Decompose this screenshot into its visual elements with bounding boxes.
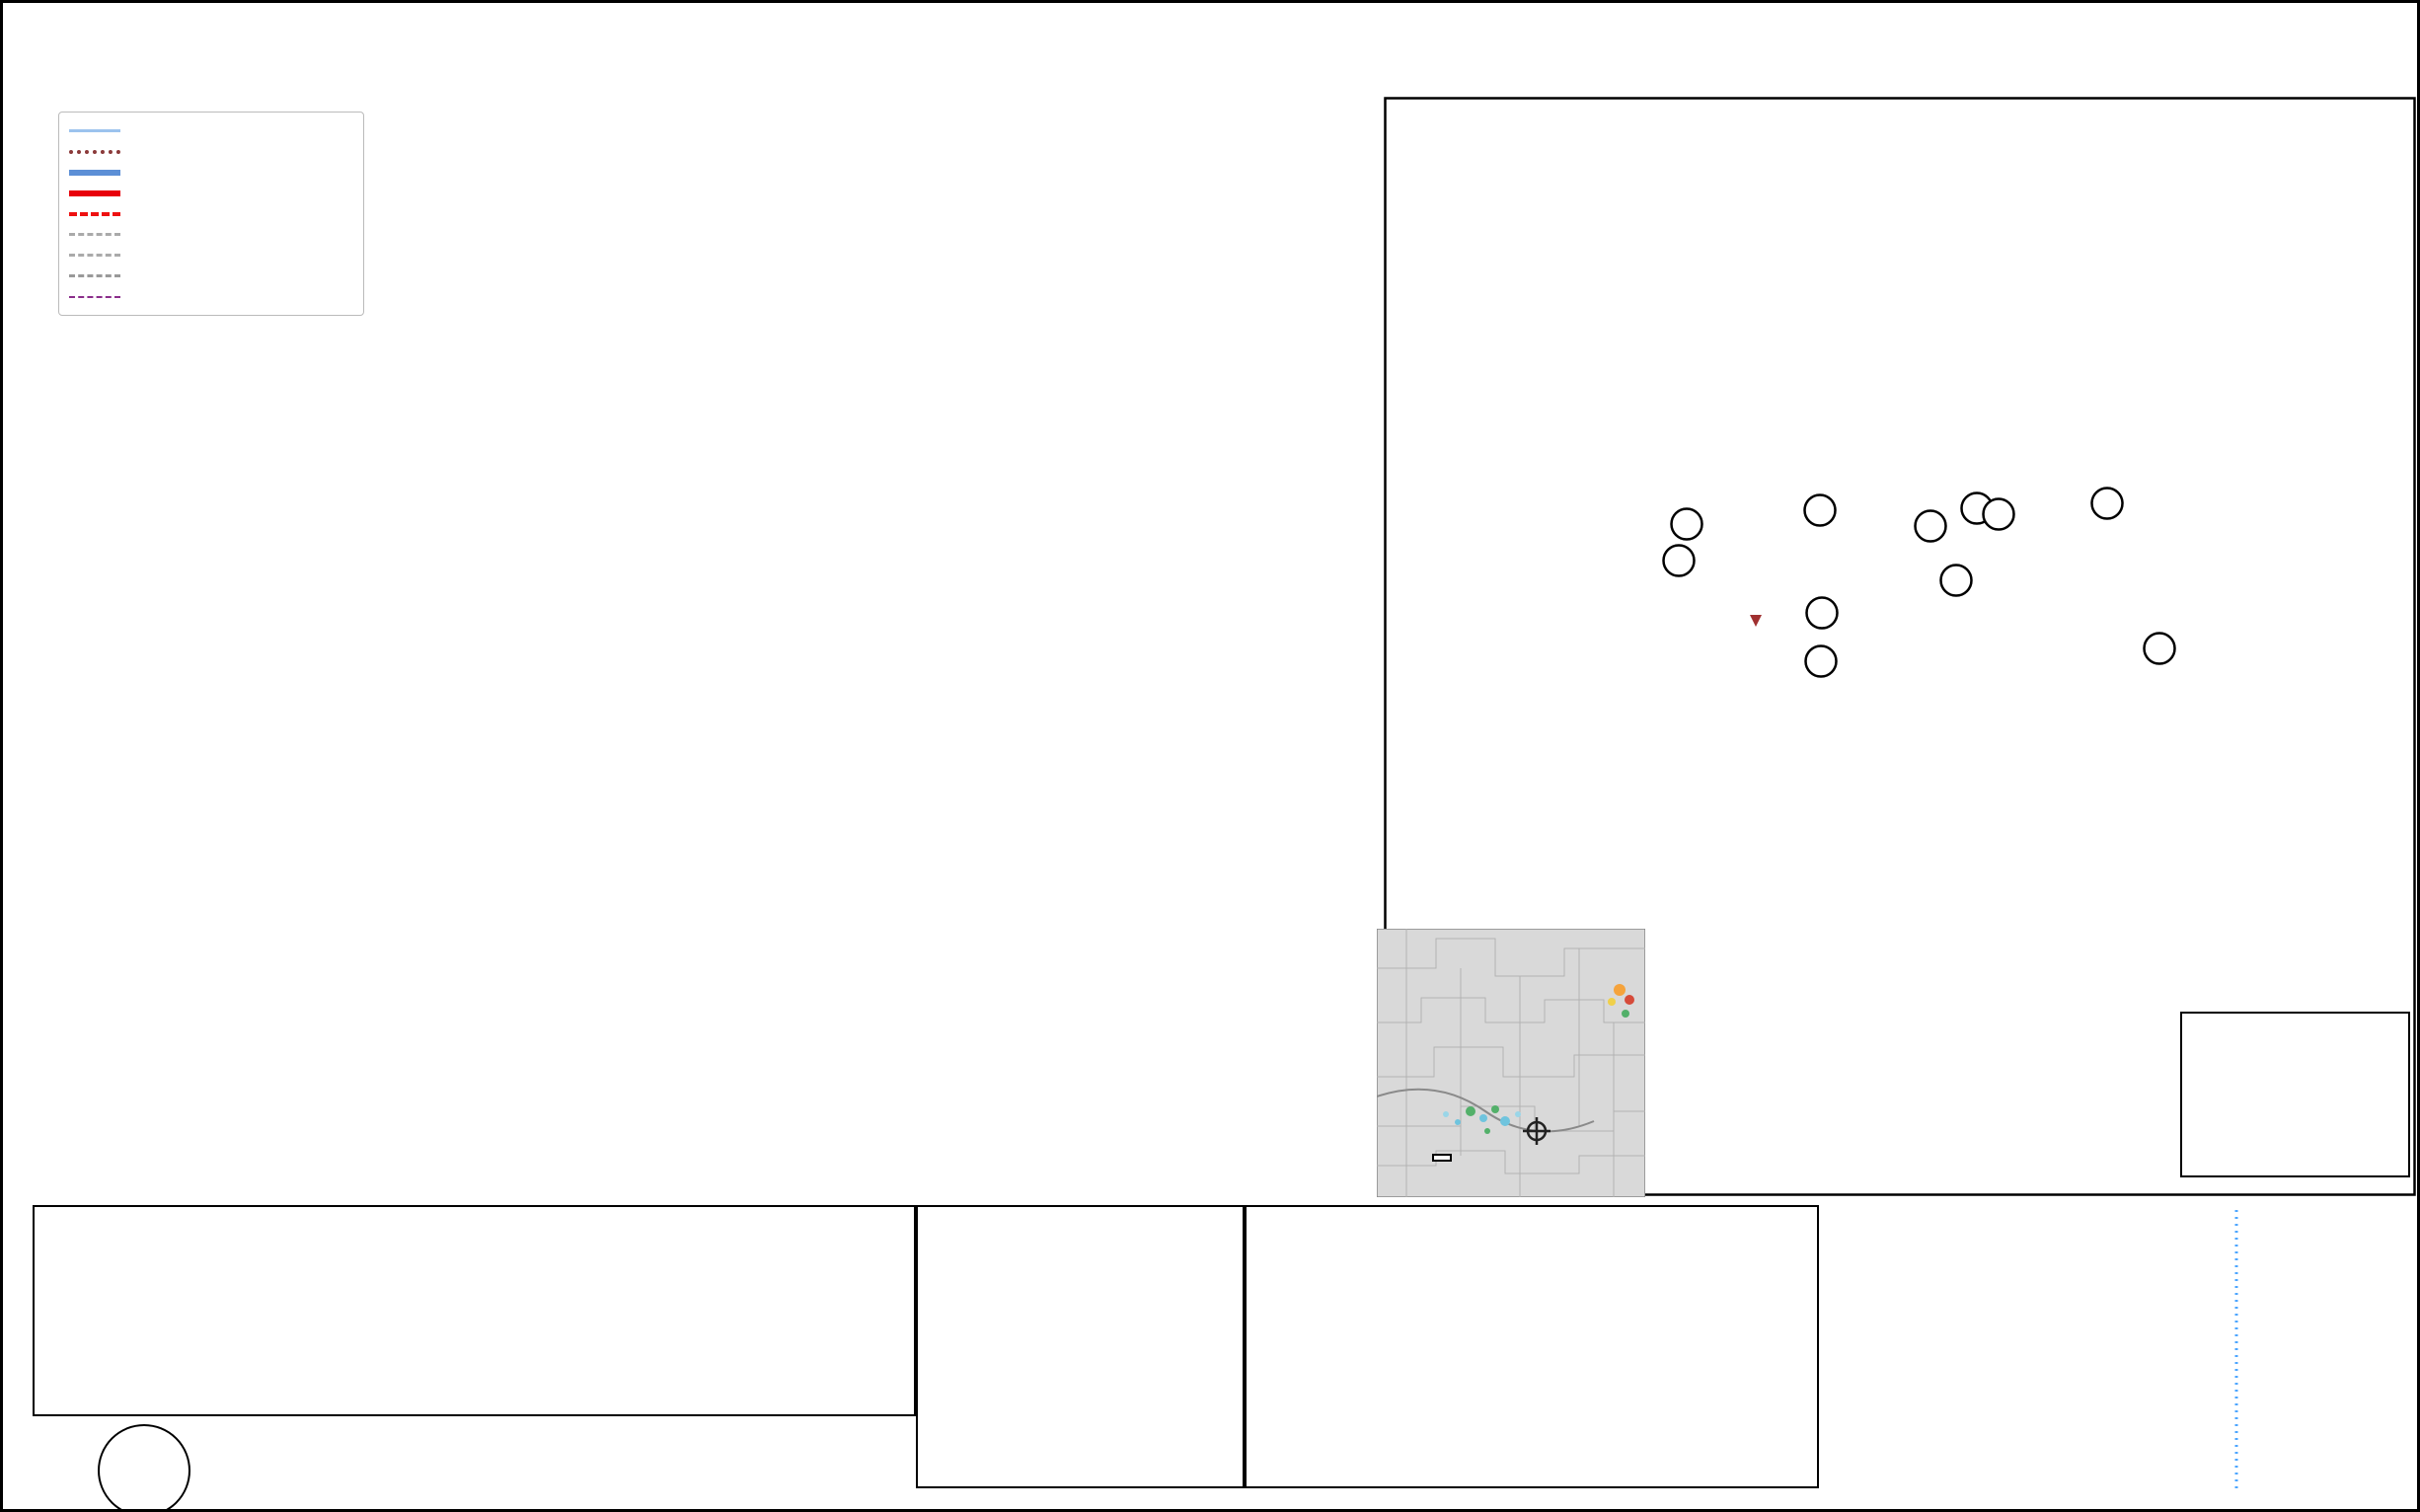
hodo-marker <box>1805 495 1836 526</box>
legend-item <box>69 203 353 224</box>
muecape-line-icon <box>69 212 120 216</box>
hodo-marker <box>1807 598 1838 629</box>
map-valid-label <box>1432 1154 1452 1162</box>
map-inset <box>1377 929 1645 1197</box>
mlcape-line-icon <box>69 254 120 257</box>
temperature-line-icon <box>69 190 120 196</box>
hodo-marker <box>1984 499 2014 530</box>
hodo-marker <box>1672 509 1702 540</box>
dewpoint-line-icon <box>69 170 120 176</box>
dtm-marker <box>1750 615 1762 627</box>
panel3-title <box>2061 1221 2179 1240</box>
legend-item <box>69 120 353 141</box>
panel2-title <box>1937 1217 2057 1254</box>
srh-bwd-box <box>2180 1012 2410 1177</box>
sounderpy-logo <box>98 1424 190 1512</box>
hodo-marker <box>1916 511 1946 542</box>
wetbulb-line-icon <box>69 129 120 132</box>
legend-item <box>69 162 353 183</box>
stp-header <box>2243 1027 2295 1050</box>
sbcape-line-icon <box>69 233 120 236</box>
mini-panels <box>1822 1210 2416 1490</box>
hodo-marker <box>2092 489 2123 519</box>
legend-item <box>69 141 353 162</box>
sounderpy-screenshot <box>0 0 2420 1512</box>
mucape-line-icon <box>69 274 120 277</box>
legend-item <box>69 245 353 265</box>
panel4-title <box>2183 1217 2307 1254</box>
legend-item <box>69 224 353 245</box>
hodo-marker <box>1664 546 1695 576</box>
legend-item <box>69 265 353 286</box>
thermo-table <box>33 1205 916 1416</box>
dwndrft-line-icon <box>69 296 120 298</box>
skewt-legend <box>58 112 364 316</box>
map-background <box>1377 929 1645 1197</box>
ehi3-header <box>2349 1027 2400 1050</box>
hodo-marker <box>1806 646 1837 677</box>
scp-header <box>2190 1027 2241 1050</box>
hodo-marker <box>1941 566 1972 596</box>
virtualtemp-line-icon <box>69 150 120 154</box>
moisture-table <box>916 1205 1245 1488</box>
kinematics-table <box>1245 1205 1819 1488</box>
legend-item <box>69 286 353 307</box>
ehi1-header <box>2296 1027 2347 1050</box>
legend-item <box>69 183 353 203</box>
hodo-marker <box>2145 634 2175 664</box>
panel1-title <box>1824 1217 1934 1236</box>
